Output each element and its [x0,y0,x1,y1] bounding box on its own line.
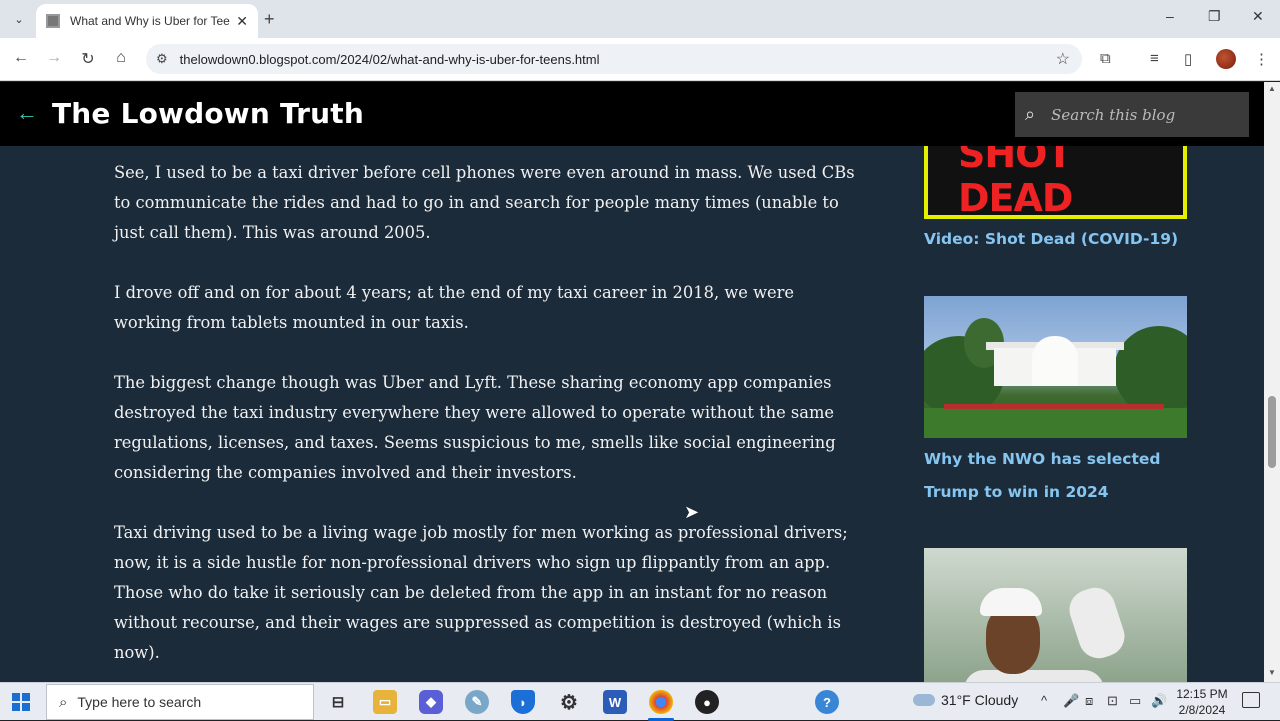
thumbnail-text: SHOT DEAD [958,146,1073,219]
url-text[interactable]: thelowdown0.blogspot.com/2024/02/what-an… [180,52,600,67]
windows-taskbar: ⌕ Type here to search ⊟ ▭ ◆ ✎ ◗ ⚙ W ● ? … [0,682,1280,721]
weather-text: 31°F Cloudy [941,692,1019,708]
golfer-arm [1064,582,1130,664]
battery-icon[interactable]: ▭ [1129,693,1141,709]
article-body: See, I used to be a taxi driver before c… [114,158,866,682]
defender-shield-icon[interactable]: ◗ [511,690,535,714]
cloud-icon [913,694,935,706]
tab-close-icon[interactable]: ✕ [236,13,248,30]
close-window-button[interactable]: ✕ [1252,8,1264,25]
word-icon[interactable]: W [603,690,627,714]
bookmark-star-icon[interactable]: ☆ [1056,49,1070,69]
blog-search-input[interactable] [1051,105,1232,124]
windows-start-icon[interactable] [12,693,30,711]
settings-gear-icon[interactable]: ⚙ [557,690,581,714]
blog-header: ← The Lowdown Truth ⌕ [0,82,1264,146]
sidebar-post-link-line[interactable]: Trump to win in 2024 [924,483,1109,501]
address-bar[interactable]: ⚙ thelowdown0.blogspot.com/2024/02/what-… [146,44,1082,74]
lawn [924,408,1187,438]
page-content: See, I used to be a taxi driver before c… [0,146,1264,682]
back-arrow-icon[interactable]: ← [16,100,38,126]
media-controls-icon[interactable]: ≡ [1150,50,1159,67]
obs-icon[interactable]: ● [695,690,719,714]
golfer-cap [980,588,1042,616]
chrome-menu-icon[interactable]: ⋮ [1254,50,1269,68]
tray-app-icon[interactable]: ⧈ [1085,693,1093,709]
scroll-thumb[interactable] [1268,396,1276,468]
article-paragraph: See, I used to be a taxi driver before c… [114,163,855,242]
notification-icon[interactable] [1242,692,1260,708]
search-icon[interactable]: ⌕ [1025,104,1035,125]
blogger-favicon-icon [46,14,60,28]
sidebar-post-link[interactable]: Why the NWO has selected Trump to win in… [924,443,1161,509]
side-panel-icon[interactable]: ▯ [1184,50,1192,68]
home-button[interactable]: ⌂ [111,49,131,67]
new-tab-button[interactable]: + [264,9,275,30]
blog-search[interactable]: ⌕ [1015,92,1249,137]
blog-title[interactable]: The Lowdown Truth [52,97,364,130]
post-thumbnail-shot-dead[interactable]: SHOT DEAD [924,146,1187,219]
browser-toolbar: ← → ↻ ⌂ ⚙ thelowdown0.blogspot.com/2024/… [0,38,1280,81]
white-house-portico [1032,336,1078,386]
golfer-face [986,606,1040,674]
scroll-down-icon[interactable]: ▼ [1264,668,1280,677]
microphone-icon[interactable]: 🎤 [1063,693,1079,709]
system-clock[interactable]: 12:15 PM 2/8/2024 [1176,686,1228,718]
help-icon[interactable]: ? [815,690,839,714]
network-icon[interactable]: ⊡ [1107,693,1118,709]
volume-icon[interactable]: 🔊 [1151,693,1167,709]
browser-tab-active[interactable]: What and Why is Uber for Teen ✕ [36,4,258,38]
tab-search-button[interactable]: ⌄ [8,8,30,30]
scroll-up-icon[interactable]: ▲ [1264,84,1280,93]
article-paragraph: I drove off and on for about 4 years; at… [114,283,795,332]
page-scrollbar[interactable]: ▲ ▼ [1264,82,1280,682]
post-thumbnail-golfer[interactable] [924,548,1187,682]
golfer-shirt [964,670,1104,682]
taskbar-search-placeholder: Type here to search [77,694,202,710]
tree [1114,326,1187,416]
reload-button[interactable]: ↻ [78,49,98,69]
sidebar-post-link-line[interactable]: Why the NWO has selected [924,450,1161,468]
chrome-icon[interactable] [649,690,673,714]
site-info-icon[interactable]: ⚙ [156,51,168,67]
weather-widget[interactable]: 31°F Cloudy [913,692,1018,708]
forward-button[interactable]: → [44,49,64,67]
article-paragraph: Taxi driving used to be a living wage jo… [114,523,848,662]
article-paragraph: The biggest change though was Uber and L… [114,373,836,482]
clock-time: 12:15 PM [1176,687,1228,701]
flower-bed [944,404,1164,409]
minimize-button[interactable]: – [1166,8,1174,24]
taskbar-search[interactable]: ⌕ Type here to search [46,684,314,720]
paint-icon[interactable]: ✎ [465,690,489,714]
sidebar-post-link[interactable]: Video: Shot Dead (COVID-19) [924,223,1178,256]
app-icon[interactable]: ◆ [419,690,443,714]
mouse-cursor-icon: ➤ [684,502,700,522]
profile-avatar[interactable] [1216,49,1236,69]
back-button[interactable]: ← [11,49,31,67]
tab-title: What and Why is Uber for Teen [70,14,230,28]
task-view-icon[interactable]: ⊟ [326,690,350,714]
post-thumbnail-white-house[interactable] [924,296,1187,438]
tab-strip: ⌄ What and Why is Uber for Teen ✕ + – ❐ … [0,0,1280,38]
maximize-button[interactable]: ❐ [1208,8,1221,25]
clock-date: 2/8/2024 [1178,703,1226,717]
file-explorer-icon[interactable]: ▭ [373,690,397,714]
extensions-icon[interactable]: ⧉ [1100,50,1111,67]
tray-chevron-icon[interactable]: ^ [1041,693,1047,708]
search-icon: ⌕ [59,693,68,711]
